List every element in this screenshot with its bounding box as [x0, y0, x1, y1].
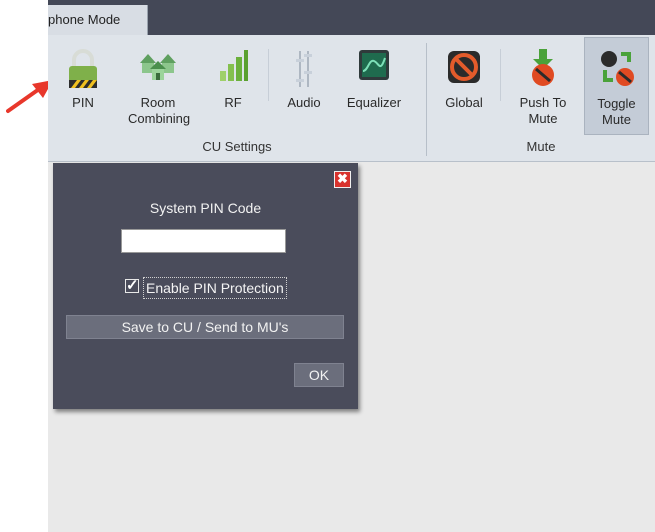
pin-dialog: ✖ System PIN Code ✓ Enable PIN Protectio…	[53, 163, 358, 409]
audio-label: Audio	[287, 95, 321, 110]
pin-button[interactable]: PIN	[58, 37, 108, 135]
push-to-mute-icon	[532, 49, 554, 86]
global-mute-button[interactable]: Global	[434, 37, 494, 135]
rf-signal-icon	[220, 50, 248, 81]
ribbon-divider	[500, 49, 501, 101]
room-combining-button[interactable]: Room Combining	[116, 37, 200, 135]
system-pin-label: System PIN Code	[149, 200, 262, 216]
ribbon-divider	[268, 49, 269, 101]
toggle-mute-label: Toggle Mute	[597, 96, 636, 127]
audio-sliders-icon	[296, 51, 312, 87]
equalizer-label: Equalizer	[346, 95, 402, 110]
save-send-button[interactable]: Save to CU / Send to MU's	[66, 315, 344, 339]
toggle-mute-icon	[600, 51, 634, 86]
equalizer-icon	[359, 50, 389, 80]
cu-settings-group-label: CU Settings	[202, 139, 272, 154]
push-to-mute-button[interactable]: Push To Mute	[508, 37, 578, 135]
push-to-mute-label: Push To Mute	[519, 95, 567, 126]
room-combining-label: Room Combining	[128, 95, 191, 126]
padlock-icon	[69, 49, 97, 88]
pin-code-input[interactable]	[121, 229, 286, 253]
room-combining-icon	[140, 54, 176, 80]
global-label: Global	[445, 95, 483, 110]
app-window: phone Mode PIN Room Combining RF Audio E…	[48, 0, 655, 532]
mute-group-label: Mute	[526, 139, 556, 154]
tab-bar: phone Mode	[48, 0, 655, 35]
global-mute-icon	[448, 51, 480, 83]
audio-button[interactable]: Audio	[276, 37, 332, 135]
toggle-mute-button[interactable]: Toggle Mute	[584, 37, 649, 135]
ok-button[interactable]: OK	[294, 363, 344, 387]
rf-label: RF	[224, 95, 242, 110]
equalizer-button[interactable]: Equalizer	[338, 37, 410, 135]
tab-phone-mode[interactable]: phone Mode	[48, 5, 148, 35]
ribbon-toolbar: PIN Room Combining RF Audio Equalizer Gl…	[48, 35, 655, 162]
rf-button[interactable]: RF	[208, 37, 258, 135]
pin-label: PIN	[72, 95, 94, 110]
close-icon[interactable]: ✖	[334, 171, 351, 188]
enable-pin-label[interactable]: Enable PIN Protection	[143, 277, 287, 299]
enable-pin-checkbox[interactable]: ✓	[125, 278, 139, 293]
